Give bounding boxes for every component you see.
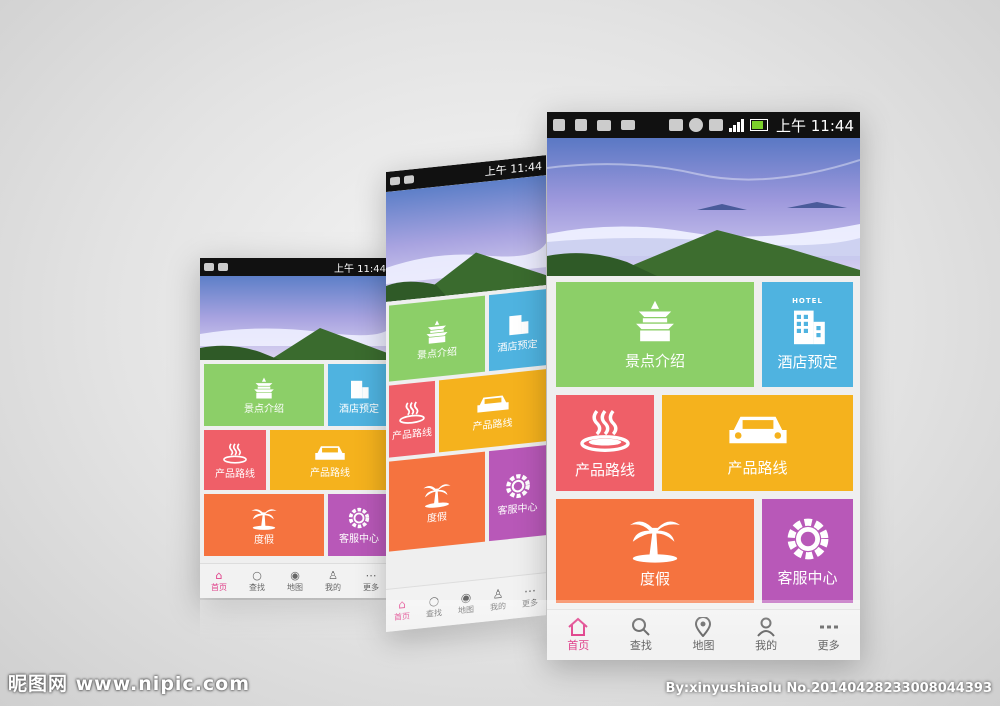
usb-icon — [575, 119, 587, 131]
site-watermark: 昵图网 www.nipic.com — [8, 673, 251, 695]
tile-route-car[interactable]: 产品路线 — [439, 369, 546, 453]
tile-label: 度假 — [254, 534, 274, 546]
tile-label: 产品路线 — [392, 426, 432, 442]
tile-label: 酒店预定 — [339, 403, 379, 415]
tile-route-car[interactable]: 产品路线 — [662, 395, 853, 491]
floor-reflection — [200, 600, 860, 640]
palm-tree-icon — [423, 483, 451, 508]
more-icon: ⋯ — [365, 569, 377, 582]
tile-label: 产品路线 — [727, 458, 788, 477]
mail-icon — [621, 120, 635, 130]
hotel-icon — [508, 314, 528, 335]
status-time: 上午 11:44 — [334, 263, 386, 275]
tile-label: 产品路线 — [310, 467, 350, 479]
tile-service[interactable]: 客服中心 — [328, 494, 390, 556]
tile-vacation[interactable]: 度假 — [389, 451, 485, 552]
status-bar: 上午 11:44 — [547, 112, 860, 138]
tile-label: 产品路线 — [215, 468, 255, 480]
home-icon: ⌂ — [215, 569, 223, 582]
wifi-icon — [709, 119, 723, 131]
alarm-icon — [689, 118, 703, 132]
tile-label: 产品路线 — [472, 417, 513, 433]
tile-hotel[interactable]: HOTEL 酒店预定 — [762, 282, 853, 387]
tile-label: 客服中心 — [497, 501, 538, 517]
gear-icon — [787, 518, 828, 559]
status-bar: 上午 11:44 — [200, 258, 390, 276]
hot-spring-icon — [580, 409, 630, 452]
tile-label: 度假 — [427, 511, 447, 525]
tile-service[interactable]: 客服中心 — [762, 499, 853, 603]
bottom-nav: ⌂ 首页 ○ 查找 ◉ 地图 ♙ 我的 ⋯ 更多 — [200, 563, 390, 598]
banner-image — [386, 175, 546, 302]
tile-route-springs[interactable]: 产品路线 — [556, 395, 654, 491]
nav-more[interactable]: ⋯ 更多 — [363, 569, 379, 593]
palm-tree-icon — [630, 521, 680, 563]
tile-hotel[interactable]: 酒店预定 — [489, 289, 546, 372]
tile-label: 酒店预定 — [777, 353, 838, 371]
temple-icon — [426, 319, 448, 344]
temple-icon — [254, 377, 274, 398]
hotel-sign: HOTEL — [792, 297, 823, 305]
image-credit: By:xinyushiaolu No.20140428233008044393 — [665, 681, 992, 696]
gear-icon — [348, 507, 370, 528]
vibrate-icon — [669, 119, 683, 131]
image-icon — [597, 119, 611, 131]
hot-spring-icon — [399, 401, 425, 424]
car-icon — [728, 416, 787, 443]
nav-home[interactable]: ⌂ 首页 — [211, 569, 227, 593]
gear-icon — [505, 473, 530, 498]
phone-mockup-small: 上午 11:44 景点介绍 酒店预定 产品路线 产品路线 度假 客服中心 ⌂ 首… — [200, 258, 390, 598]
tile-service[interactable]: 客服中心 — [489, 445, 546, 542]
search-icon: ○ — [252, 569, 262, 582]
user-icon: ♙ — [328, 569, 338, 582]
tile-scenic[interactable]: 景点介绍 — [389, 295, 485, 382]
tile-route-car[interactable]: 产品路线 — [270, 430, 390, 490]
map-pin-icon: ◉ — [290, 569, 300, 582]
tile-label: 客服中心 — [777, 568, 838, 587]
tile-route-springs[interactable]: 产品路线 — [389, 380, 435, 458]
tile-hotel[interactable]: 酒店预定 — [328, 364, 390, 426]
tile-label: 客服中心 — [339, 533, 379, 545]
temple-icon — [636, 300, 674, 342]
tile-label: 酒店预定 — [497, 338, 538, 354]
tile-vacation[interactable]: 度假 — [556, 499, 754, 603]
more-icon: ⋯ — [524, 582, 536, 598]
tile-scenic[interactable]: 景点介绍 — [204, 364, 324, 426]
hotel-icon — [793, 310, 825, 345]
hot-spring-icon — [223, 442, 247, 464]
status-time: 上午 11:44 — [776, 116, 854, 135]
phone-mockup-large: 上午 11:44 景点介绍 HOTEL 酒店预定 产品路线 产品路线 度假 客服… — [547, 112, 860, 660]
back-notify-icon — [553, 119, 565, 131]
tile-label: 产品路线 — [574, 460, 635, 479]
tile-vacation[interactable]: 度假 — [204, 494, 324, 556]
banner-image — [547, 138, 860, 276]
tile-label: 度假 — [639, 569, 670, 588]
palm-tree-icon — [251, 508, 277, 530]
banner-image — [200, 276, 390, 360]
battery-icon — [750, 119, 768, 131]
tile-scenic[interactable]: 景点介绍 — [556, 282, 754, 387]
nav-search[interactable]: ○ 查找 — [249, 569, 265, 593]
hotel-icon — [351, 380, 369, 398]
phone-mockup-medium: 上午 11:44 景点介绍 酒店预定 产品路线 产品路线 度假 客服中心 ⌂ 首… — [386, 155, 546, 632]
nav-profile[interactable]: ♙ 我的 — [325, 569, 341, 593]
tile-route-springs[interactable]: 产品路线 — [204, 430, 266, 490]
car-icon — [315, 445, 345, 460]
signal-icon — [729, 118, 744, 132]
tile-label: 景点介绍 — [244, 403, 284, 415]
tile-label: 景点介绍 — [417, 346, 457, 362]
tile-label: 景点介绍 — [624, 352, 685, 370]
nav-map[interactable]: ◉ 地图 — [287, 569, 303, 593]
